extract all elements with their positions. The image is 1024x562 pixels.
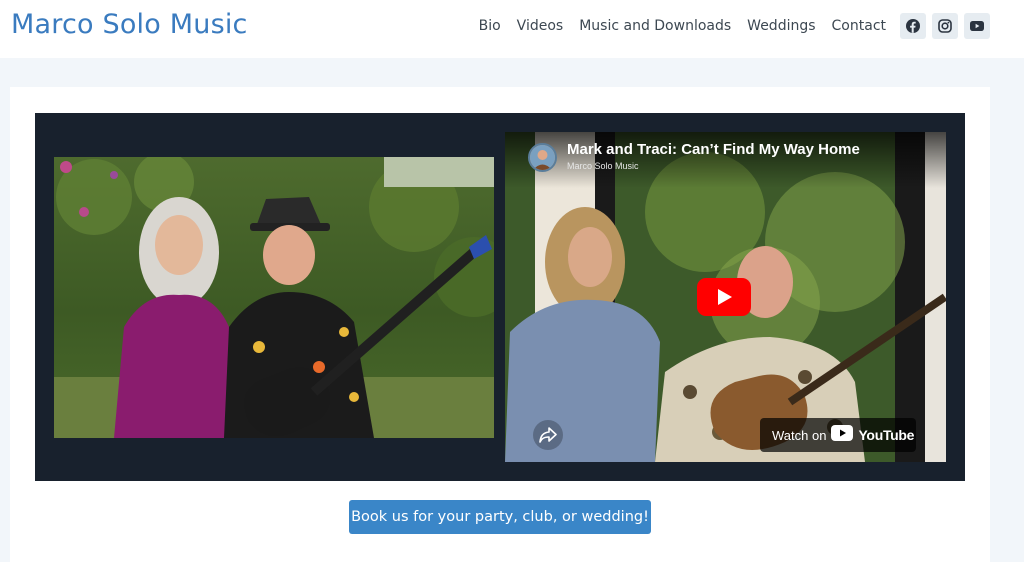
channel-name[interactable]: Marco Solo Music	[567, 161, 639, 171]
main-content: Mark and Traci: Can’t Find My Way Home M…	[10, 87, 990, 562]
video-embed[interactable]: Mark and Traci: Can’t Find My Way Home M…	[505, 132, 946, 462]
book-us-button[interactable]: Book us for your party, club, or wedding…	[349, 500, 651, 534]
nav-item-contact[interactable]: Contact	[832, 18, 886, 34]
nav-item-bio[interactable]: Bio	[479, 18, 501, 34]
main-nav: Bio Videos Music and Downloads Weddings …	[479, 18, 886, 34]
channel-avatar[interactable]	[528, 143, 557, 172]
social-links	[900, 13, 990, 39]
nav-item-weddings[interactable]: Weddings	[747, 18, 815, 34]
youtube-wordmark: YouTube	[858, 427, 915, 443]
youtube-play-button[interactable]	[697, 278, 751, 316]
media-block: Mark and Traci: Can’t Find My Way Home M…	[35, 113, 965, 481]
watch-on-label: Watch on	[772, 427, 827, 443]
nav-item-music-and-downloads[interactable]: Music and Downloads	[579, 18, 731, 34]
band-photo	[54, 157, 494, 438]
youtube-icon[interactable]	[964, 13, 990, 39]
nav-item-videos[interactable]: Videos	[517, 18, 564, 34]
instagram-icon[interactable]	[932, 13, 958, 39]
site-header: Marco Solo Music Bio Videos Music and Do…	[0, 0, 1024, 58]
youtube-logo-icon	[831, 425, 854, 445]
facebook-icon[interactable]	[900, 13, 926, 39]
share-icon[interactable]	[533, 420, 563, 450]
watch-on-youtube-button[interactable]: Watch on YouTube	[760, 418, 916, 452]
video-title[interactable]: Mark and Traci: Can’t Find My Way Home	[567, 141, 860, 158]
site-title[interactable]: Marco Solo Music	[11, 9, 248, 40]
video-header: Mark and Traci: Can’t Find My Way Home M…	[505, 132, 946, 188]
